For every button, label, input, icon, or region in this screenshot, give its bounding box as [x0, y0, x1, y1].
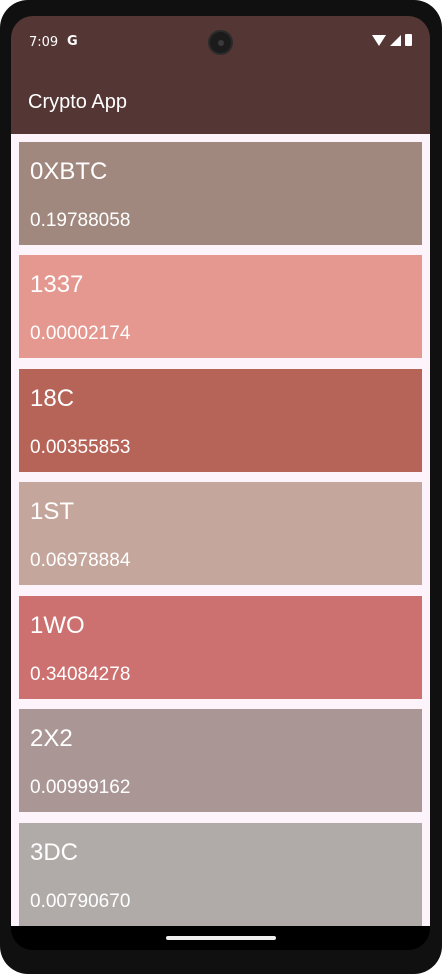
- camera-cutout: [208, 30, 233, 55]
- coin-name: 2X2: [30, 725, 73, 752]
- coin-name: 0XBTC: [30, 158, 108, 185]
- coin-card-1st[interactable]: 1ST 0.06978884: [19, 482, 422, 585]
- app-title: Crypto App: [28, 91, 127, 113]
- coin-name: 18C: [30, 385, 75, 412]
- status-icons: [372, 34, 412, 46]
- coin-name: 1WO: [30, 612, 85, 639]
- coin-card-1wo[interactable]: 1WO 0.34084278: [19, 596, 422, 699]
- status-time: 7:09: [29, 35, 59, 50]
- status-bar: 7:09 G: [11, 16, 430, 70]
- coin-card-0xbtc[interactable]: 0XBTC 0.19788058: [19, 142, 422, 245]
- app-bar: Crypto App: [11, 70, 430, 134]
- coin-name: 1ST: [30, 498, 75, 525]
- navigation-bar: [11, 926, 430, 950]
- coin-card-2x2[interactable]: 2X2 0.00999162: [19, 709, 422, 812]
- screen: 7:09 G Crypto App 0XBTC 0.19788058 1337 …: [11, 16, 430, 950]
- signal-icon: [390, 34, 401, 46]
- coin-name: 1337: [30, 271, 84, 298]
- coin-card-1337[interactable]: 1337 0.00002174: [19, 255, 422, 358]
- google-icon: G: [67, 34, 78, 49]
- coin-name: 3DC: [30, 839, 79, 866]
- wifi-icon: [372, 34, 386, 46]
- home-indicator[interactable]: [166, 936, 276, 940]
- coin-card-18c[interactable]: 18C 0.00355853: [19, 369, 422, 472]
- coin-price: 0.06978884: [30, 550, 131, 571]
- coin-card-3dc[interactable]: 3DC 0.00790670: [19, 823, 422, 926]
- device-frame: 7:09 G Crypto App 0XBTC 0.19788058 1337 …: [0, 0, 442, 974]
- coin-price: 0.34084278: [30, 664, 131, 685]
- coin-price: 0.00002174: [30, 323, 131, 344]
- battery-icon: [405, 34, 412, 46]
- coin-price: 0.19788058: [30, 210, 131, 231]
- coin-price: 0.00790670: [30, 891, 131, 912]
- coin-price: 0.00999162: [30, 777, 131, 798]
- coin-price: 0.00355853: [30, 437, 131, 458]
- coin-list[interactable]: 0XBTC 0.19788058 1337 0.00002174 18C 0.0…: [11, 134, 430, 926]
